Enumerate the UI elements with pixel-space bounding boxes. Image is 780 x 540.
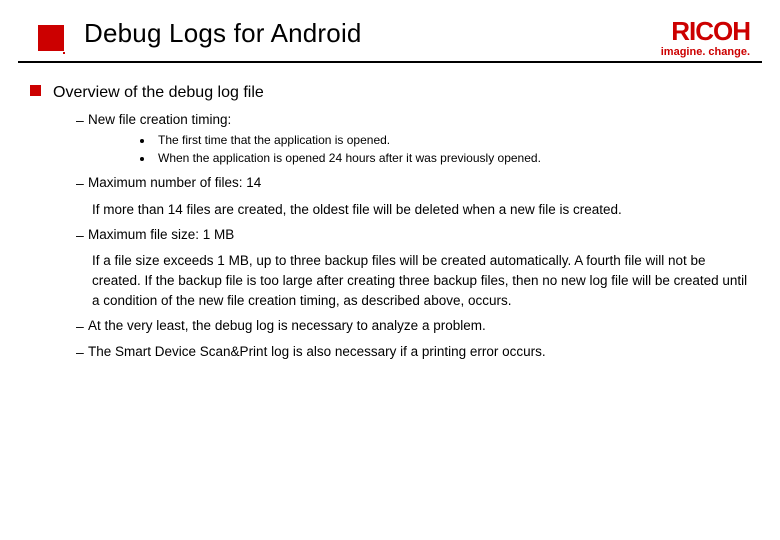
maxfiles-note: If more than 14 files are created, the o… [92, 200, 750, 220]
dash-icon: – [76, 342, 88, 362]
slide: Debug Logs for Android RICOH imagine. ch… [0, 0, 780, 540]
dot-icon [140, 139, 144, 143]
title-bullet-icon [38, 25, 64, 51]
square-bullet-icon [30, 85, 41, 96]
timing-bullet-2: When the application is opened 24 hours … [140, 150, 750, 167]
dash-icon: – [76, 225, 88, 245]
divider [18, 61, 762, 63]
item-scanprint: – The Smart Device Scan&Print log is als… [76, 342, 750, 362]
item-maxfiles: – Maximum number of files: 14 [76, 173, 750, 193]
maxsize-note: If a file size exceeds 1 MB, up to three… [92, 251, 750, 310]
brand-logo: RICOH imagine. change. [661, 18, 750, 58]
section-heading-row: Overview of the debug log file [30, 81, 750, 104]
item-maxsize-label: Maximum file size: 1 MB [88, 225, 234, 245]
dot-icon [140, 157, 144, 161]
item-scanprint-text: The Smart Device Scan&Print log is also … [88, 342, 546, 362]
timing-bullet-1-text: The first time that the application is o… [158, 132, 390, 149]
dash-icon: – [76, 110, 88, 130]
item-timing: – New file creation timing: [76, 110, 750, 130]
timing-bullet-2-text: When the application is opened 24 hours … [158, 150, 541, 167]
timing-bullet-1: The first time that the application is o… [140, 132, 750, 149]
section-heading: Overview of the debug log file [53, 81, 264, 104]
header: Debug Logs for Android RICOH imagine. ch… [0, 0, 780, 63]
page-title: Debug Logs for Android [84, 18, 362, 49]
item-maxsize: – Maximum file size: 1 MB [76, 225, 750, 245]
dash-icon: – [76, 173, 88, 193]
item-atleast-text: At the very least, the debug log is nece… [88, 316, 486, 336]
content: Overview of the debug log file – New fil… [0, 63, 780, 363]
brand-tagline: imagine. change. [661, 46, 750, 58]
dash-icon: – [76, 316, 88, 336]
item-timing-label: New file creation timing: [88, 110, 231, 130]
item-atleast: – At the very least, the debug log is ne… [76, 316, 750, 336]
item-maxfiles-label: Maximum number of files: 14 [88, 173, 261, 193]
brand-name: RICOH [661, 18, 750, 44]
